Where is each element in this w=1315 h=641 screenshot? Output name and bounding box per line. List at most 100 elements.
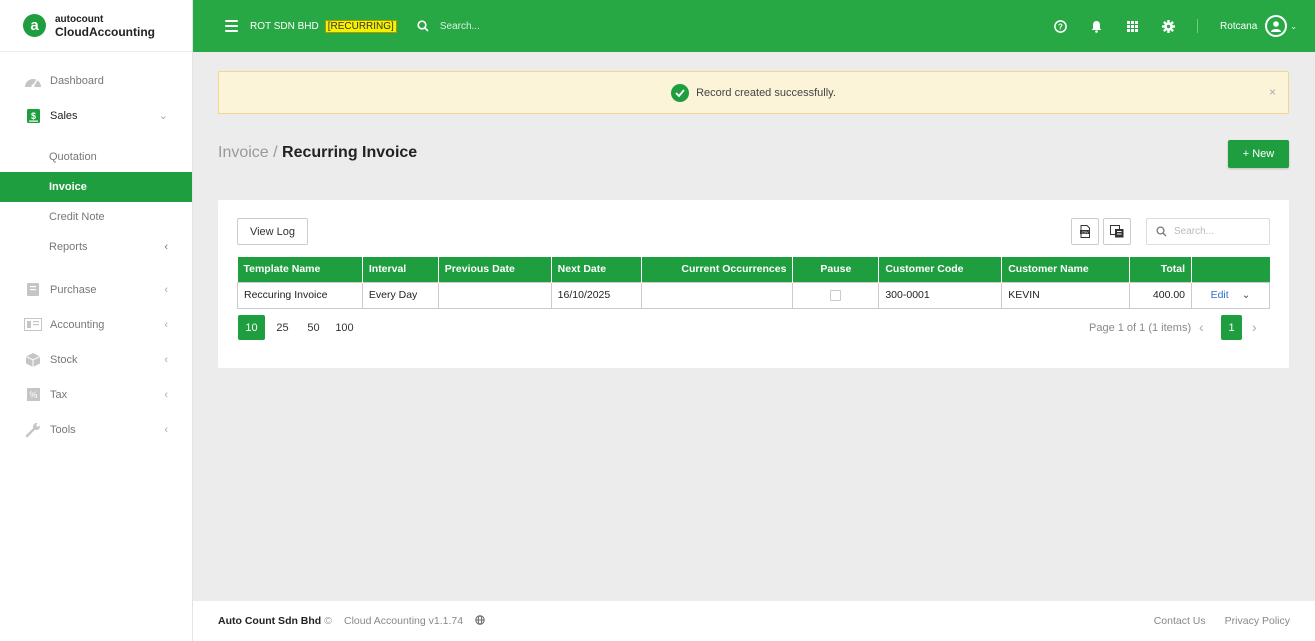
search-icon bbox=[417, 20, 429, 32]
avatar-icon[interactable] bbox=[1265, 15, 1288, 37]
col-previous-date[interactable]: Previous Date bbox=[438, 257, 552, 282]
chevron-left-icon: ‹ bbox=[164, 353, 168, 366]
sidebar-item-label: Sales bbox=[50, 109, 78, 122]
header-search-placeholder: Search... bbox=[439, 20, 480, 32]
hamburger-menu-icon[interactable] bbox=[225, 20, 238, 32]
chevron-down-icon[interactable]: ⌄ bbox=[1242, 289, 1251, 301]
page-size-50[interactable]: 50 bbox=[300, 315, 327, 340]
svg-text:?: ? bbox=[1058, 22, 1063, 31]
search-icon bbox=[1156, 226, 1167, 237]
csv-file-icon: CSV bbox=[1080, 225, 1090, 238]
sidebar-subitem-credit-note[interactable]: Credit Note bbox=[0, 202, 192, 232]
cell-customer-code: 300-0001 bbox=[878, 281, 1003, 309]
col-customer-name[interactable]: Customer Name bbox=[1001, 257, 1131, 282]
page-info: Page 1 of 1 (1 items) bbox=[1089, 322, 1192, 334]
help-icon[interactable]: ? bbox=[1053, 19, 1067, 33]
check-circle-icon bbox=[671, 83, 690, 102]
sidebar-subitem-invoice[interactable]: Invoice bbox=[0, 172, 192, 202]
footer-company: Auto Count Sdn Bhd bbox=[218, 615, 322, 627]
view-log-button[interactable]: View Log bbox=[237, 218, 308, 245]
edit-link[interactable]: Edit bbox=[1211, 289, 1229, 301]
sidebar-nav: Dashboard $ Sales ⌄ Quotation Invoice Cr… bbox=[0, 52, 192, 447]
dashboard-icon bbox=[24, 72, 42, 90]
table-search[interactable] bbox=[1146, 218, 1270, 245]
pause-checkbox[interactable] bbox=[830, 289, 842, 301]
sidebar-subitem-reports[interactable]: Reports ‹ bbox=[0, 232, 192, 262]
cell-current-occurrences bbox=[640, 281, 794, 309]
col-next-date[interactable]: Next Date bbox=[551, 257, 642, 282]
sidebar-subitem-label: Quotation bbox=[49, 151, 97, 163]
user-name[interactable]: Rotcana bbox=[1220, 21, 1257, 32]
sidebar-item-dashboard[interactable]: Dashboard bbox=[0, 63, 192, 98]
globe-icon[interactable] bbox=[475, 614, 485, 628]
success-alert: Record created successfully. × bbox=[218, 71, 1289, 114]
header-search[interactable]: Search... bbox=[417, 20, 480, 32]
page-size-25[interactable]: 25 bbox=[269, 315, 296, 340]
chevron-left-icon: ‹ bbox=[164, 241, 168, 253]
sidebar-item-label: Tax bbox=[50, 388, 68, 401]
purchase-icon bbox=[24, 281, 42, 299]
new-button[interactable]: + New bbox=[1228, 140, 1289, 168]
sidebar-item-accounting[interactable]: Accounting ‹ bbox=[0, 307, 192, 342]
cell-actions: Edit ⌄ bbox=[1191, 281, 1270, 309]
footer: Auto Count Sdn Bhd © Cloud Accounting v1… bbox=[193, 601, 1315, 641]
sidebar-item-tax[interactable]: % Tax ‹ bbox=[0, 377, 192, 412]
cell-total: 400.00 bbox=[1129, 281, 1193, 309]
chevron-left-icon: ‹ bbox=[164, 318, 168, 331]
page-title-text: Recurring Invoice bbox=[282, 144, 418, 161]
sidebar-item-purchase[interactable]: Purchase ‹ bbox=[0, 272, 192, 307]
chevron-left-icon: ‹ bbox=[164, 388, 168, 401]
close-icon[interactable]: × bbox=[1269, 85, 1276, 99]
footer-version: Cloud Accounting v1.1.74 bbox=[343, 615, 464, 627]
alert-message: Record created successfully. bbox=[696, 86, 836, 99]
page-number-1[interactable]: 1 bbox=[1221, 315, 1242, 340]
stock-icon bbox=[24, 351, 42, 369]
cell-customer-name: KEVIN bbox=[1001, 281, 1131, 309]
sidebar-item-label: Stock bbox=[50, 353, 78, 366]
chevron-right-icon[interactable]: › bbox=[1252, 319, 1257, 335]
col-pause[interactable]: Pause bbox=[792, 257, 880, 282]
autocount-logo-icon: a bbox=[23, 14, 46, 37]
col-interval[interactable]: Interval bbox=[362, 257, 439, 282]
privacy-policy-link[interactable]: Privacy Policy bbox=[1225, 615, 1290, 627]
sidebar-item-tools[interactable]: Tools ‹ bbox=[0, 412, 192, 447]
sidebar-item-sales[interactable]: $ Sales ⌄ bbox=[0, 98, 192, 133]
table-header-row: Template Name Interval Previous Date Nex… bbox=[237, 257, 1270, 282]
recurring-invoice-card: View Log CSV Template Name Interval Prev… bbox=[218, 200, 1289, 368]
col-template-name[interactable]: Template Name bbox=[237, 257, 363, 282]
svg-text:$: $ bbox=[30, 111, 35, 121]
sidebar-subitem-quotation[interactable]: Quotation bbox=[0, 142, 192, 172]
gear-icon[interactable] bbox=[1161, 19, 1175, 33]
apps-grid-icon[interactable] bbox=[1125, 19, 1139, 33]
cell-template-name: Reccuring Invoice bbox=[237, 281, 363, 309]
column-chooser-button[interactable] bbox=[1103, 218, 1131, 245]
bell-icon[interactable] bbox=[1089, 19, 1103, 33]
col-actions bbox=[1191, 257, 1270, 282]
footer-copyright: © bbox=[324, 615, 332, 627]
breadcrumb[interactable]: Invoice / bbox=[218, 144, 282, 161]
brand-line2: CloudAccounting bbox=[55, 24, 155, 39]
sales-icon: $ bbox=[24, 107, 42, 125]
table-search-input[interactable] bbox=[1174, 226, 1264, 237]
contact-us-link[interactable]: Contact Us bbox=[1154, 615, 1206, 627]
page-size-10[interactable]: 10 bbox=[238, 315, 265, 340]
export-csv-button[interactable]: CSV bbox=[1071, 218, 1099, 245]
page-size-100[interactable]: 100 bbox=[331, 315, 358, 340]
brand-line1: autocount bbox=[55, 13, 104, 25]
sidebar-subitem-label: Reports bbox=[49, 241, 88, 253]
cell-previous-date bbox=[437, 281, 552, 309]
sidebar-item-stock[interactable]: Stock ‹ bbox=[0, 342, 192, 377]
col-total[interactable]: Total bbox=[1129, 257, 1193, 282]
col-customer-code[interactable]: Customer Code bbox=[878, 257, 1003, 282]
col-current-occurrences[interactable]: Current Occurrences bbox=[641, 257, 794, 282]
cell-pause bbox=[792, 281, 880, 309]
top-bar: ROT SDN BHD [RECURRING] Search... ? Rotc… bbox=[193, 0, 1315, 52]
chevron-left-icon[interactable]: ‹ bbox=[1199, 319, 1204, 335]
tax-icon: % bbox=[24, 386, 42, 404]
chevron-down-icon[interactable]: ⌄ bbox=[1290, 22, 1297, 31]
chevron-left-icon: ‹ bbox=[164, 283, 168, 296]
table-row[interactable]: Reccuring Invoice Every Day 16/10/2025 3… bbox=[237, 281, 1270, 309]
accounting-icon bbox=[24, 316, 42, 334]
brand-logo[interactable]: a autocount CloudAccounting bbox=[0, 0, 192, 52]
company-name[interactable]: ROT SDN BHD bbox=[250, 21, 319, 32]
